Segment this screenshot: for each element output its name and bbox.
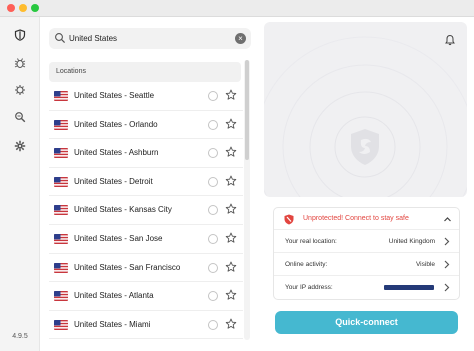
favorite-star-icon[interactable] <box>225 146 237 158</box>
server-load-indicator <box>208 262 218 273</box>
location-row[interactable]: United States - San Jose <box>49 225 243 254</box>
real-location-label: Your real location: <box>285 238 337 245</box>
gear-outline-icon <box>15 85 25 95</box>
location-row[interactable]: United States - Ashburn <box>49 139 243 168</box>
surfshark-logo-icon <box>351 129 379 165</box>
search-input[interactable] <box>69 31 229 46</box>
server-load-indicator <box>208 119 218 130</box>
shield-alert-icon <box>284 214 294 225</box>
title-bar <box>0 0 474 17</box>
radar-background <box>264 36 467 197</box>
connection-status-card: Unprotected! Connect to stay safe Your r… <box>273 207 460 300</box>
chevron-right-icon <box>444 260 450 269</box>
unprotected-message: Unprotected! Connect to stay safe <box>303 215 409 222</box>
chevron-up-icon[interactable] <box>443 215 452 224</box>
app-version: 4.9.5 <box>12 333 28 340</box>
bug-icon <box>14 58 26 68</box>
minimize-window-button[interactable] <box>19 4 27 12</box>
favorite-star-icon[interactable] <box>225 261 237 273</box>
server-load-indicator <box>208 91 218 101</box>
favorite-star-icon[interactable] <box>225 232 237 244</box>
server-load-indicator <box>208 205 218 216</box>
sidebar-item-antivirus[interactable] <box>10 54 30 72</box>
us-flag-icon <box>54 233 68 244</box>
scrollbar-thumb[interactable] <box>245 60 249 160</box>
sidebar-item-tools[interactable] <box>10 81 30 99</box>
us-flag-icon <box>54 262 68 273</box>
map-panel <box>264 22 467 197</box>
location-label: United States - Detroit <box>74 176 153 186</box>
locations-scrollbar[interactable] <box>244 60 250 340</box>
locations-header: Locations <box>49 62 241 82</box>
zoom-window-button[interactable] <box>31 4 39 12</box>
server-load-indicator <box>208 233 218 244</box>
us-flag-icon <box>54 176 68 187</box>
gear-icon <box>14 140 26 152</box>
notification-bell-icon[interactable] <box>444 34 456 46</box>
favorite-star-icon[interactable] <box>225 89 237 101</box>
online-activity-value: Visible <box>415 261 435 268</box>
shield-icon <box>14 29 26 41</box>
online-activity-label: Online activity: <box>285 261 328 268</box>
location-label: United States - Orlando <box>74 119 158 129</box>
server-load-indicator <box>208 176 218 187</box>
favorite-star-icon[interactable] <box>225 118 237 130</box>
quick-connect-button[interactable]: Quick-connect <box>275 311 458 334</box>
close-window-button[interactable] <box>7 4 15 12</box>
us-flag-icon <box>54 319 68 330</box>
location-row[interactable]: United States - San Francisco <box>49 254 243 283</box>
location-row[interactable]: United States - Atlanta <box>49 282 243 311</box>
chevron-right-icon <box>444 283 450 292</box>
us-flag-icon <box>54 119 68 130</box>
us-flag-icon <box>54 291 68 302</box>
sidebar-rail: 4.9.5 <box>0 17 40 351</box>
location-label: United States - Seattle <box>74 91 155 100</box>
location-row[interactable]: United States - Orlando <box>49 111 243 140</box>
location-row[interactable]: United States - Kansas City <box>49 196 243 225</box>
ip-address-row[interactable]: Your IP address: <box>274 276 459 299</box>
location-label: United States - Atlanta <box>74 291 154 301</box>
favorite-star-icon[interactable] <box>225 175 237 187</box>
favorite-star-icon[interactable] <box>225 203 237 215</box>
location-label: United States - Ashburn <box>74 148 159 158</box>
search-bar: × <box>49 28 251 49</box>
location-label: United States - San Francisco <box>74 262 181 272</box>
locations-header-label: Locations <box>56 68 86 75</box>
us-flag-icon <box>54 205 68 216</box>
location-row[interactable]: United States - Seattle <box>49 82 243 111</box>
locations-list: United States - Seattle United States - O… <box>49 82 243 340</box>
server-load-indicator <box>208 319 218 330</box>
location-row[interactable]: United States - Miami <box>49 311 243 340</box>
location-label: United States - Kansas City <box>74 205 172 215</box>
us-flag-icon <box>54 148 68 159</box>
favorite-star-icon[interactable] <box>225 289 237 301</box>
sidebar-item-settings[interactable] <box>10 137 30 155</box>
search-zoom-icon <box>15 112 26 123</box>
ip-address-redacted <box>384 285 434 290</box>
clear-search-icon[interactable]: × <box>235 33 246 44</box>
online-activity-row[interactable]: Online activity: Visible <box>274 253 459 276</box>
unprotected-banner[interactable]: Unprotected! Connect to stay safe <box>274 208 459 230</box>
us-flag-icon <box>54 91 68 101</box>
location-label: United States - San Jose <box>74 233 163 243</box>
server-load-indicator <box>208 148 218 159</box>
ip-address-label: Your IP address: <box>285 284 333 291</box>
server-load-indicator <box>208 291 218 302</box>
location-row[interactable]: United States - Detroit <box>49 168 243 197</box>
real-location-value: United Kingdom <box>388 238 435 245</box>
sidebar-item-search[interactable] <box>10 108 30 126</box>
location-label: United States - Miami <box>74 319 151 329</box>
favorite-star-icon[interactable] <box>225 318 237 330</box>
chevron-right-icon <box>444 237 450 246</box>
real-location-row[interactable]: Your real location: United Kingdom <box>274 230 459 253</box>
search-icon <box>55 33 66 44</box>
sidebar-item-vpn[interactable] <box>10 26 30 44</box>
